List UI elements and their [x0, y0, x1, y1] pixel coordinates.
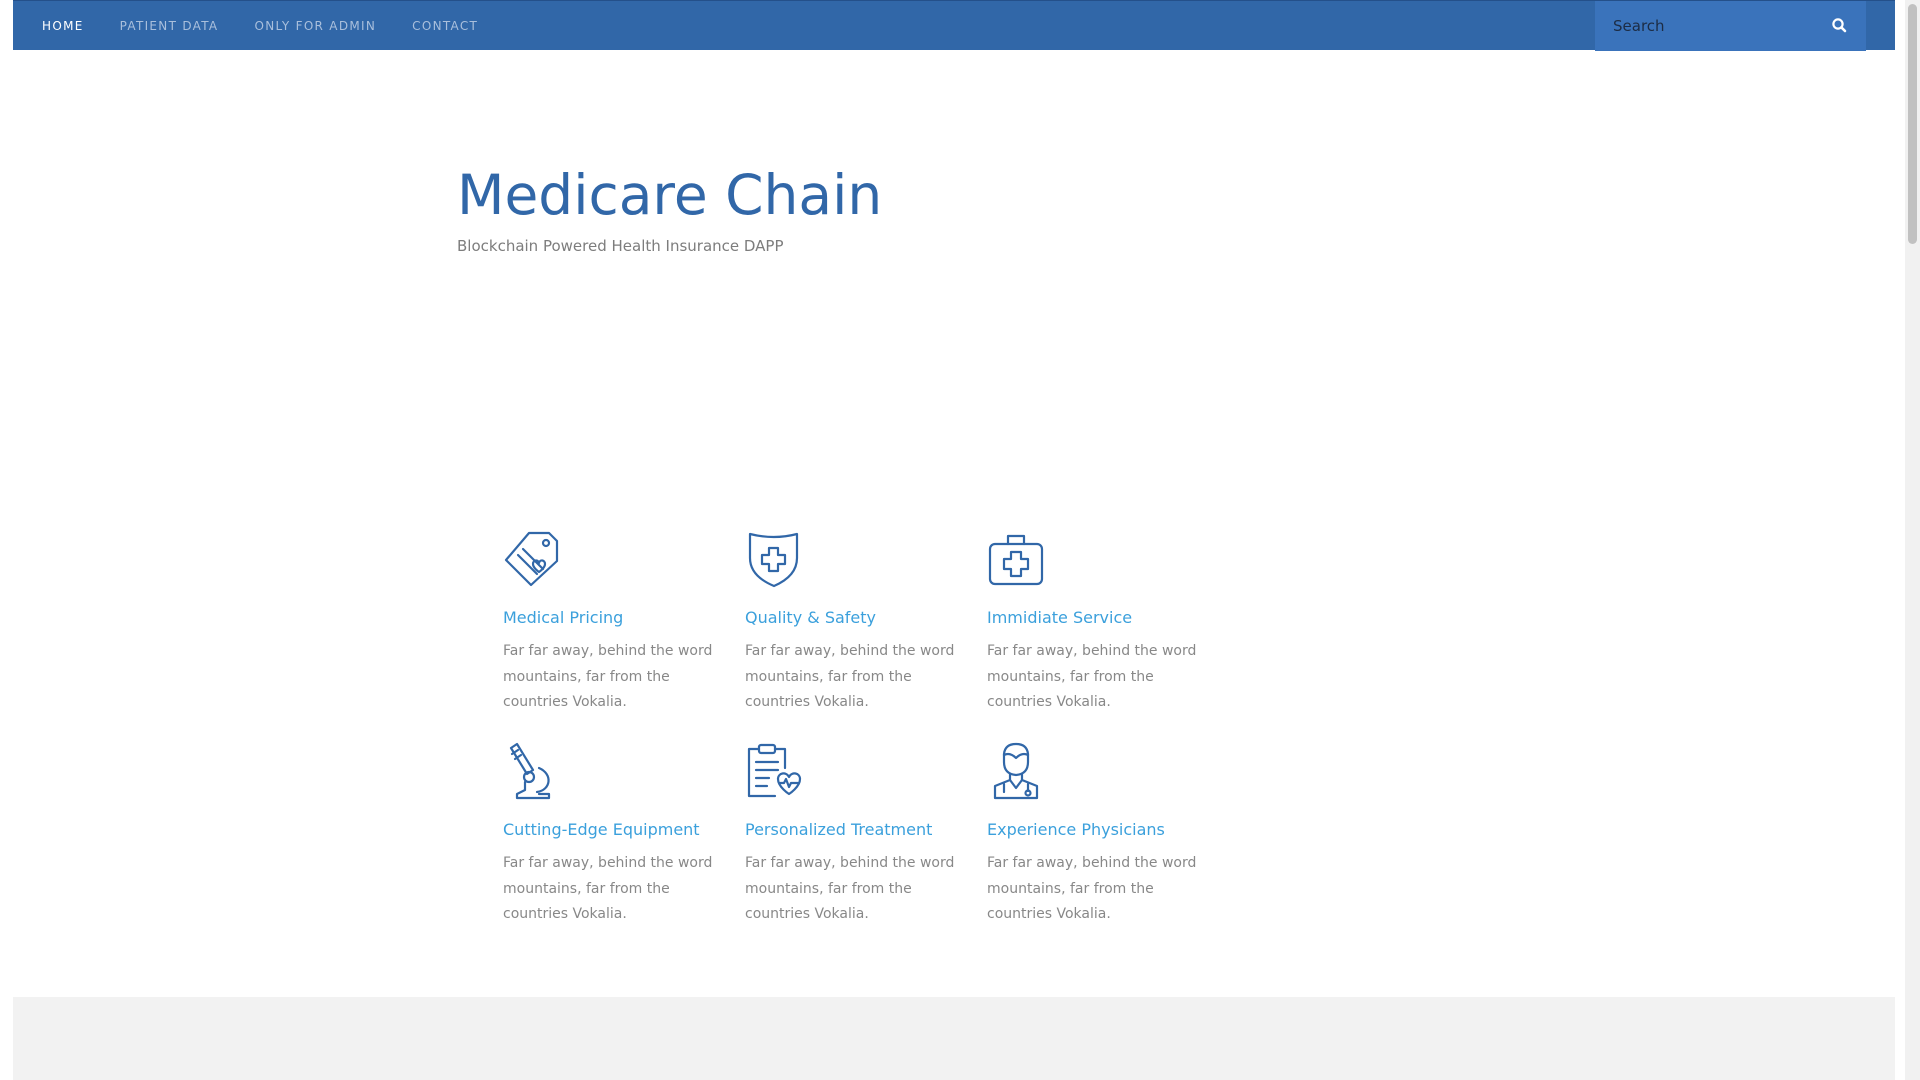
service-title[interactable]: Immidiate Service [987, 608, 1132, 627]
shield-cross-icon [745, 530, 803, 588]
clipboard-heart-icon [745, 742, 803, 800]
service-text: Far far away, behind the word mountains,… [987, 643, 1197, 710]
doctor-icon [987, 742, 1045, 800]
service-text: Far far away, behind the word mountains,… [503, 643, 713, 710]
nav-item-patient-data[interactable]: PATIENT DATA [102, 1, 237, 51]
page: HOME PATIENT DATA ONLY FOR ADMIN CONTACT… [13, 0, 1895, 1080]
first-aid-kit-icon [987, 530, 1045, 588]
price-tag-heart-icon [503, 530, 561, 588]
search-input[interactable] [1595, 1, 1825, 51]
service-text: Far far away, behind the word mountains,… [745, 855, 955, 922]
hero-subtitle: Blockchain Powered Health Insurance DAPP [457, 237, 784, 255]
nav-item-contact[interactable]: CONTACT [394, 1, 496, 51]
top-navbar: HOME PATIENT DATA ONLY FOR ADMIN CONTACT [13, 0, 1895, 51]
microscope-icon [503, 742, 561, 800]
nav-item-only-for-admin[interactable]: ONLY FOR ADMIN [236, 1, 394, 51]
scrollbar-thumb[interactable] [1908, 4, 1917, 244]
service-title[interactable]: Experience Physicians [987, 820, 1165, 839]
hero-title: Medicare Chain [457, 163, 883, 227]
page-scrollbar[interactable] [1905, 0, 1920, 1080]
footer-band [13, 997, 1895, 1080]
service-text: Far far away, behind the word mountains,… [745, 643, 955, 710]
search-icon[interactable] [1830, 16, 1850, 36]
search-box [1595, 1, 1866, 51]
service-title[interactable]: Personalized Treatment [745, 820, 932, 839]
nav-item-home[interactable]: HOME [13, 1, 102, 51]
nav-menu: HOME PATIENT DATA ONLY FOR ADMIN CONTACT [13, 1, 496, 51]
service-title[interactable]: Quality & Safety [745, 608, 876, 627]
service-text: Far far away, behind the word mountains,… [503, 855, 713, 922]
service-title[interactable]: Cutting-Edge Equipment [503, 820, 700, 839]
service-text: Far far away, behind the word mountains,… [987, 855, 1197, 922]
service-title[interactable]: Medical Pricing [503, 608, 623, 627]
